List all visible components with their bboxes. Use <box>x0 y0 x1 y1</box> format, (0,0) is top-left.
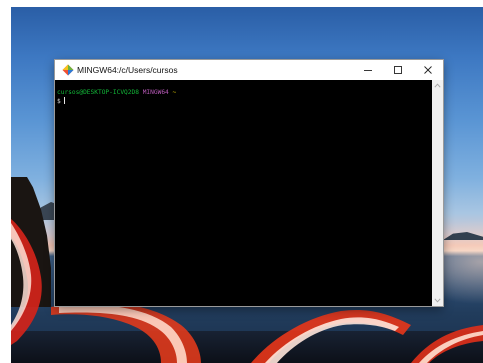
maximize-button[interactable] <box>383 60 413 80</box>
prompt-shell: MINGW64 <box>142 89 169 96</box>
scroll-up-button[interactable] <box>432 80 443 91</box>
prompt-path: ~ <box>172 89 177 96</box>
text-cursor <box>63 97 65 104</box>
close-button[interactable] <box>413 60 443 80</box>
chevron-down-icon <box>434 298 441 303</box>
terminal-output[interactable]: cursos@DESKTOP-ICVQ2D8 MINGW64 ~ $ <box>55 80 432 306</box>
maximize-icon <box>394 66 402 74</box>
prompt-user-host: cursos@DESKTOP-ICVQ2D8 <box>57 89 139 96</box>
prompt-symbol: $ <box>57 98 61 105</box>
scroll-down-button[interactable] <box>432 295 443 306</box>
window-title: MINGW64:/c/Users/cursos <box>77 65 178 75</box>
git-bash-icon <box>62 64 74 76</box>
terminal-window[interactable]: MINGW64:/c/Users/cursos cursos@DESKTOP-I… <box>55 60 443 306</box>
close-icon <box>424 66 432 74</box>
vertical-scrollbar[interactable] <box>432 80 443 306</box>
prompt-line: cursos@DESKTOP-ICVQ2D8 MINGW64 ~ <box>57 88 432 97</box>
title-bar[interactable]: MINGW64:/c/Users/cursos <box>55 60 443 80</box>
minimize-button[interactable] <box>353 60 383 80</box>
chevron-up-icon <box>434 83 441 88</box>
minimize-icon <box>364 70 372 71</box>
input-line[interactable]: $ <box>57 97 432 106</box>
